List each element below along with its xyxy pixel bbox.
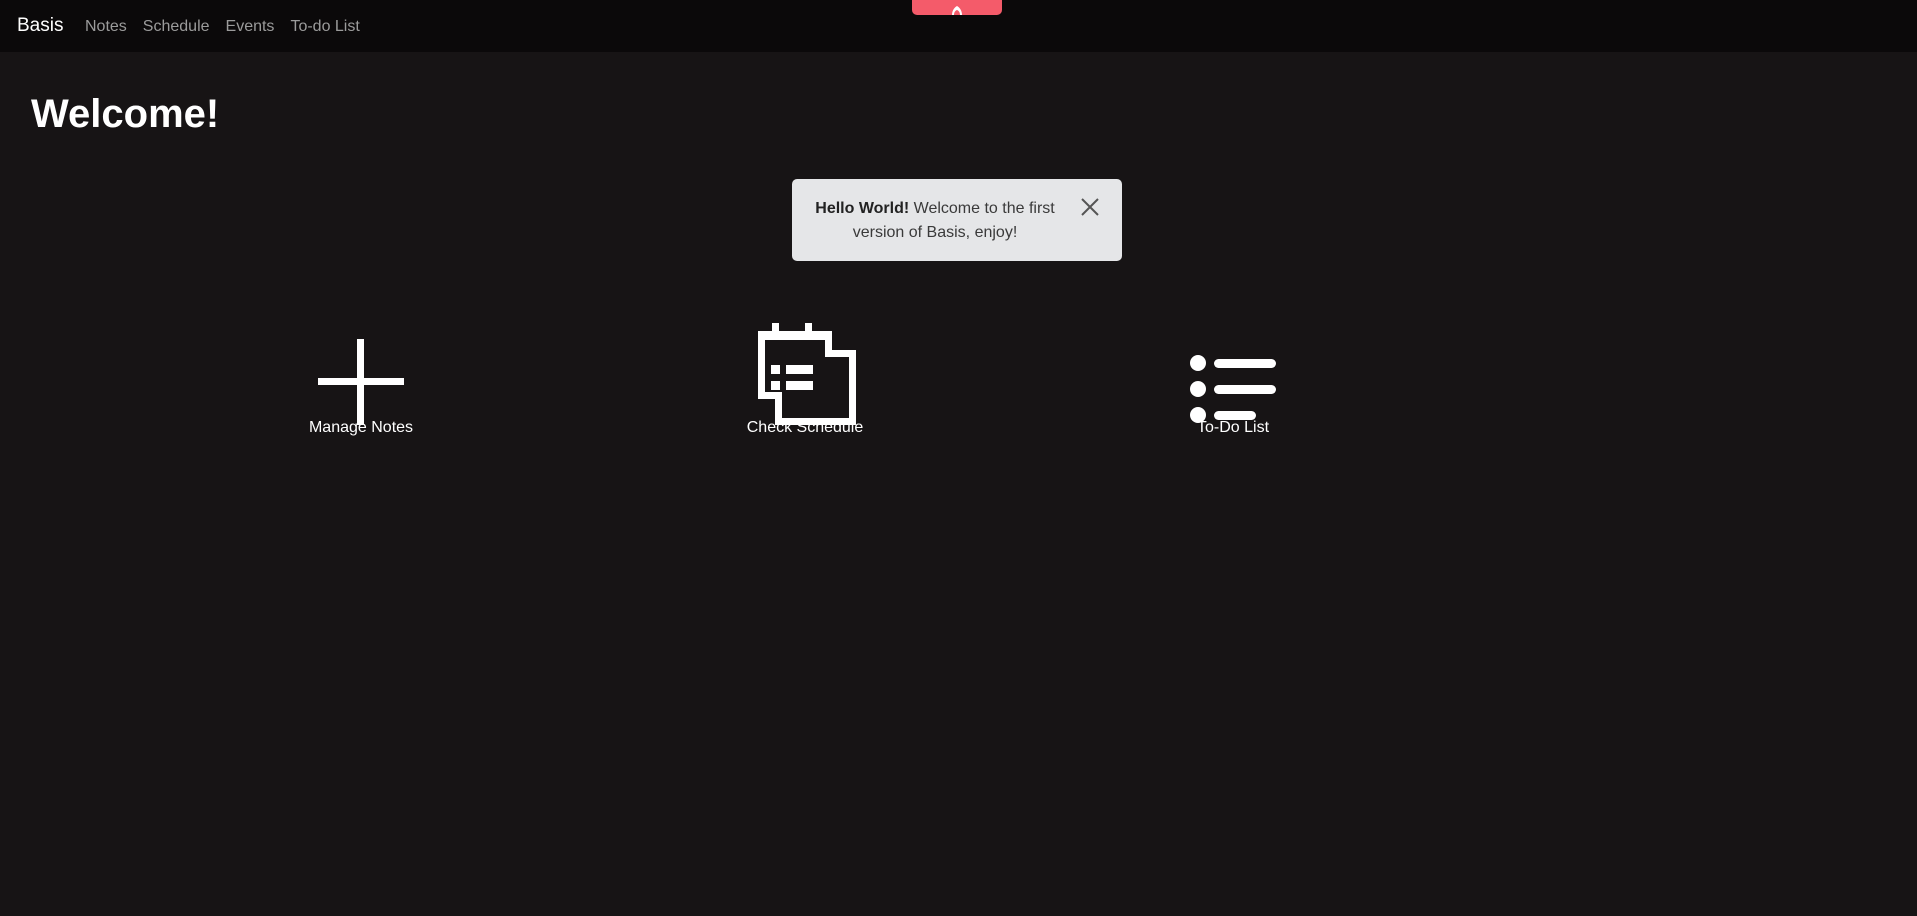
close-icon xyxy=(1081,198,1099,216)
welcome-toast: Hello World! Welcome to the first versio… xyxy=(792,179,1122,261)
nav-link-schedule[interactable]: Schedule xyxy=(143,17,210,36)
toast-strong-text: Hello World! xyxy=(815,200,910,217)
dev-toolbar-tab[interactable] xyxy=(912,0,1002,15)
flame-icon xyxy=(952,6,962,15)
brand-link[interactable]: Basis xyxy=(17,15,63,37)
check-schedule-label: Check Schedule xyxy=(746,419,864,436)
todo-list-button[interactable]: To-Do List xyxy=(1178,320,1288,438)
manage-notes-label: Manage Notes xyxy=(308,419,414,436)
list-icon xyxy=(1190,355,1276,423)
toast-message: Hello World! Welcome to the first versio… xyxy=(810,197,1060,245)
page-title: Welcome! xyxy=(31,92,220,136)
nav-links: Notes Schedule Events To-do List xyxy=(85,17,360,36)
plus-icon-wrap xyxy=(318,320,404,425)
calendar-icon-wrap xyxy=(754,320,856,425)
nav-link-notes[interactable]: Notes xyxy=(85,17,127,36)
nav-link-todo-list[interactable]: To-do List xyxy=(290,17,359,36)
list-icon-wrap xyxy=(1190,320,1276,425)
check-schedule-button[interactable]: Check Schedule xyxy=(745,320,865,438)
todo-list-label: To-Do List xyxy=(1196,419,1270,436)
nav-link-events[interactable]: Events xyxy=(226,17,275,36)
calendar-icon xyxy=(758,323,856,425)
toast-close-button[interactable] xyxy=(1079,196,1101,218)
plus-icon xyxy=(318,339,404,425)
manage-notes-button[interactable]: Manage Notes xyxy=(300,320,422,438)
